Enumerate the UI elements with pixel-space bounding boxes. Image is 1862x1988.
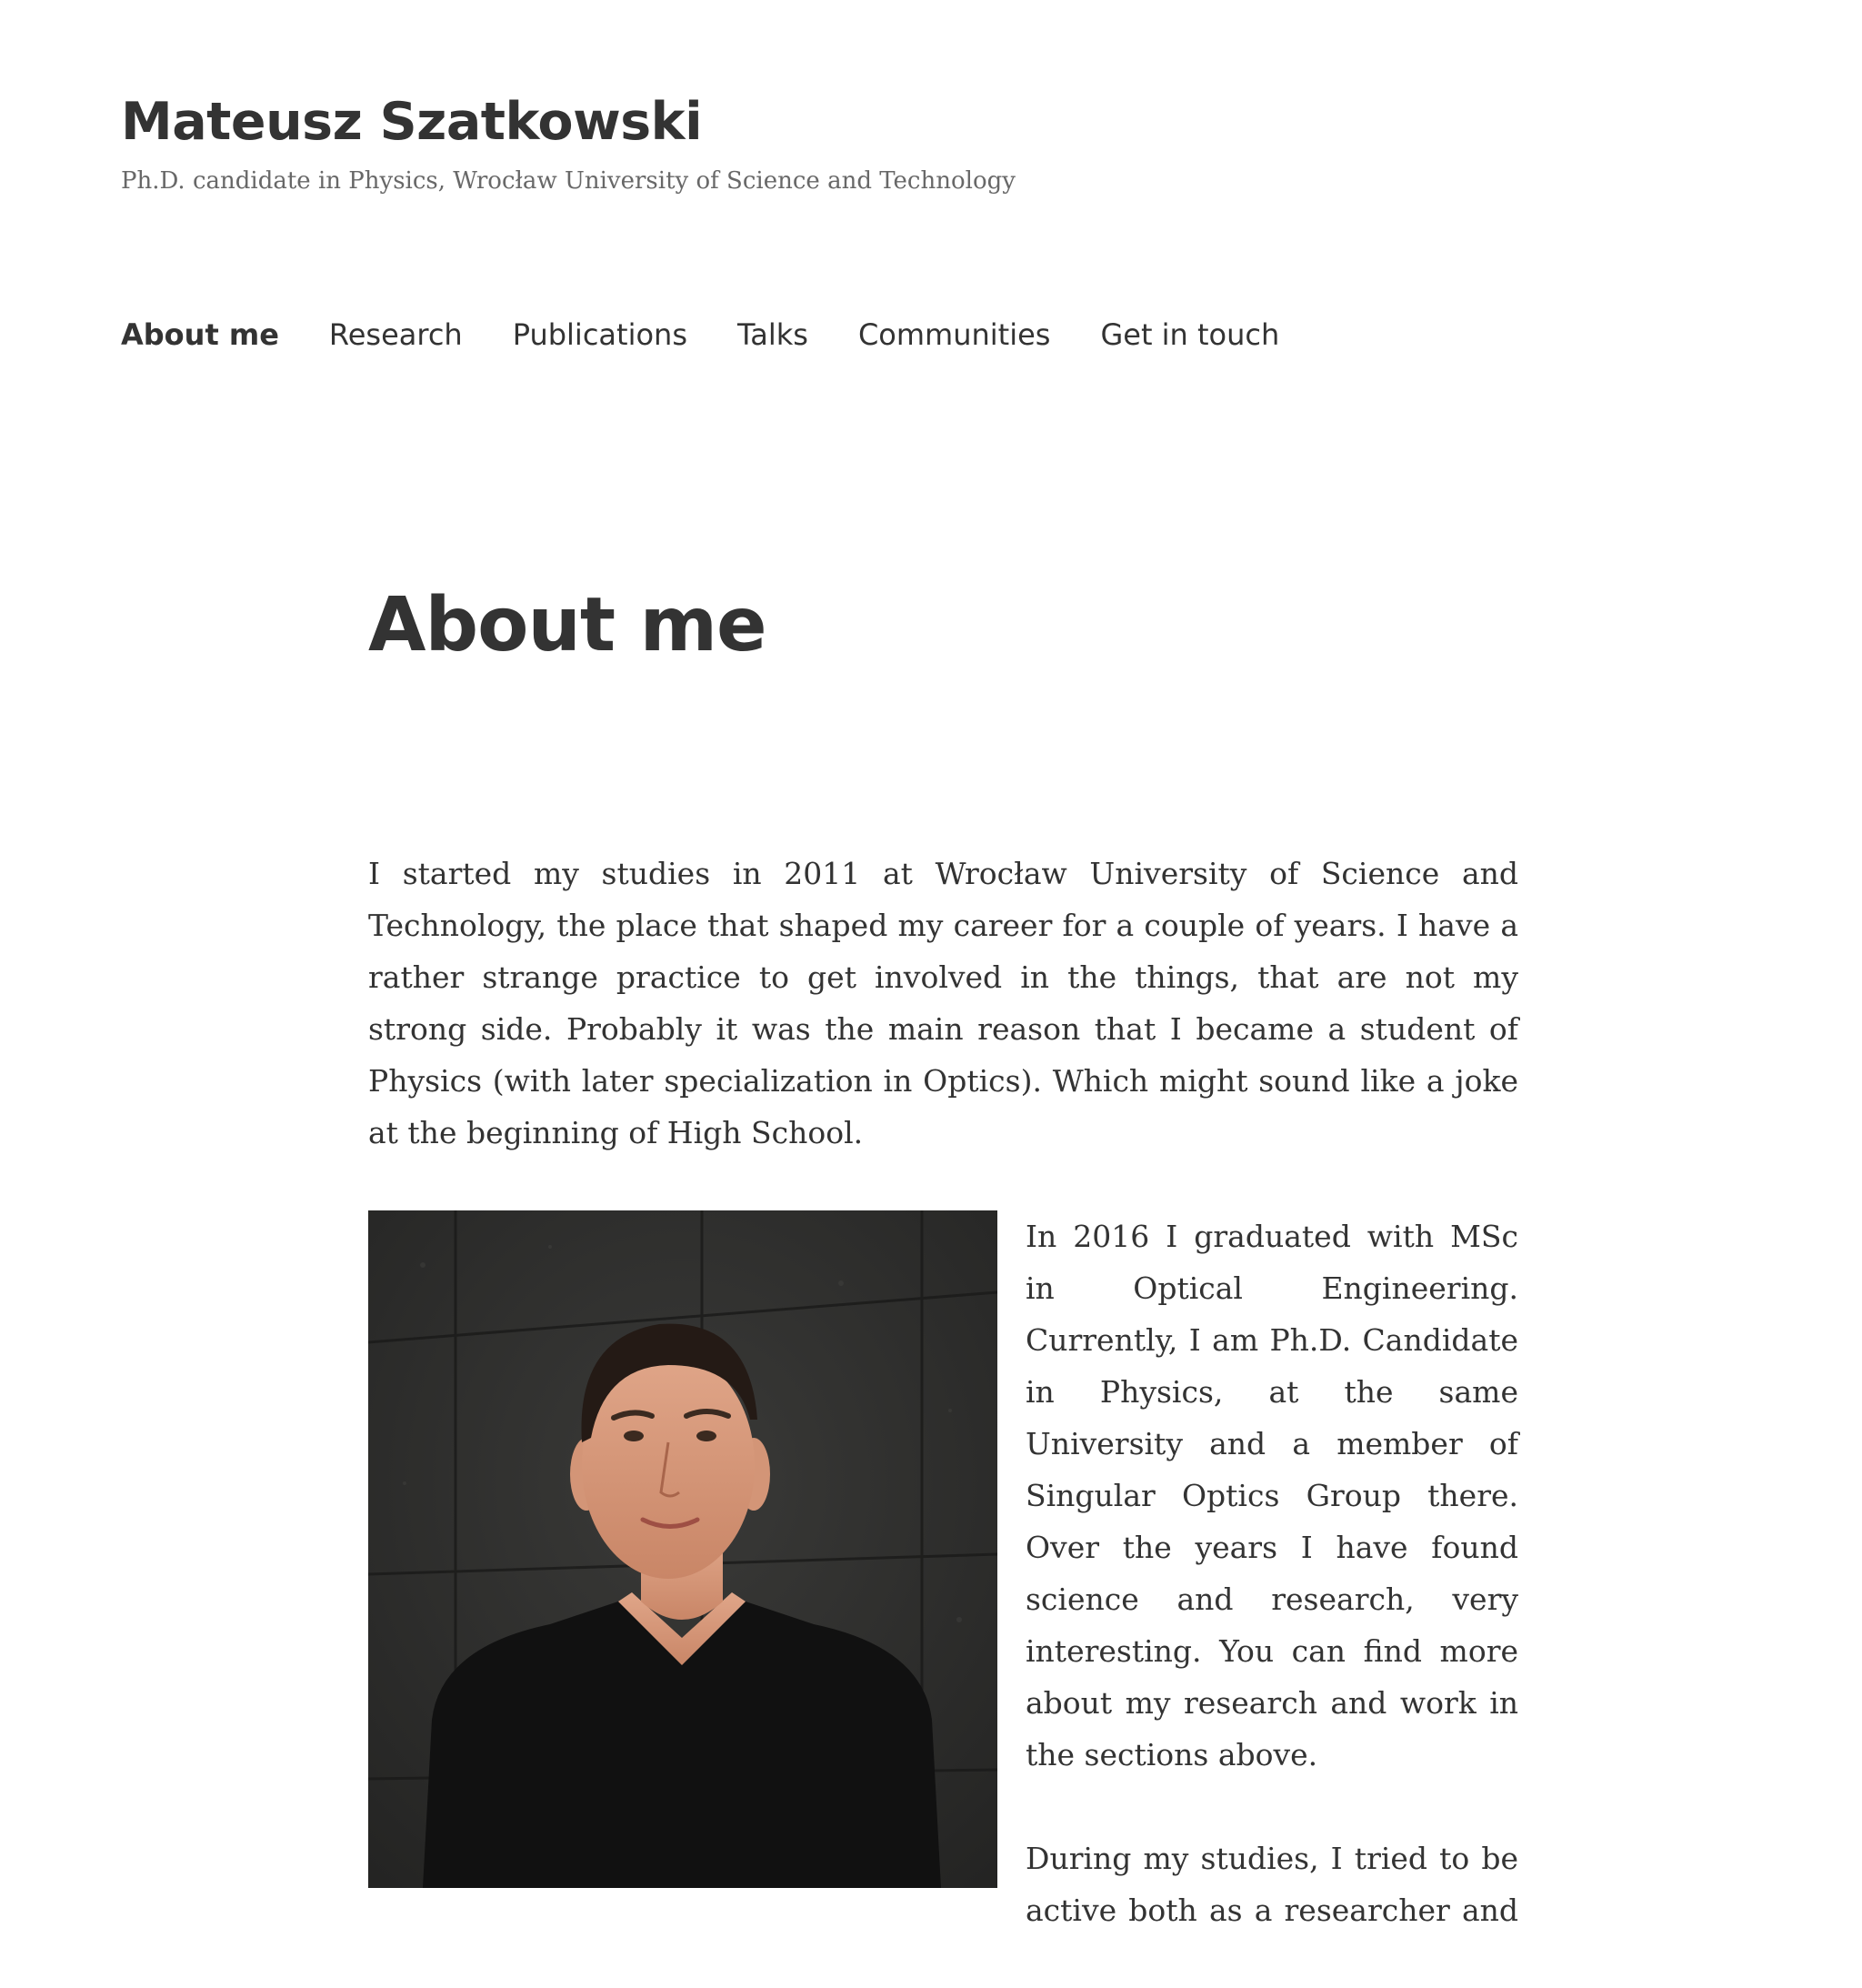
media-block: In 2016 I graduated with MSc in Optical … xyxy=(368,1210,1518,1928)
site-header: Mateusz Szatkowski Ph.D. candidate in Ph… xyxy=(121,87,1016,198)
nav-item-about-me[interactable]: About me xyxy=(121,315,279,355)
main-navigation: About me Research Publications Talks Com… xyxy=(121,315,1329,355)
portrait-photo xyxy=(368,1210,997,1888)
nav-item-get-in-touch[interactable]: Get in touch xyxy=(1100,315,1279,355)
intro-paragraph: I started my studies in 2011 at Wrocław … xyxy=(368,856,1518,1150)
nav-item-research[interactable]: Research xyxy=(329,315,463,355)
page-content: I started my studies in 2011 at Wrocław … xyxy=(368,848,1518,1928)
nav-item-communities[interactable]: Communities xyxy=(858,315,1051,355)
page-title: About me xyxy=(368,582,767,668)
studies-paragraph: During my studies, I tried to be active … xyxy=(1026,1841,1518,1928)
portrait-illustration xyxy=(368,1210,997,1888)
site-description: Ph.D. candidate in Physics, Wrocław Univ… xyxy=(121,167,1016,195)
page-article: About me I started my studies in 2011 at… xyxy=(368,582,1518,1928)
nav-item-publications[interactable]: Publications xyxy=(513,315,687,355)
graduation-paragraph: In 2016 I graduated with MSc in Optical … xyxy=(1026,1219,1518,1772)
side-text-column: In 2016 I graduated with MSc in Optical … xyxy=(1026,1210,1518,1988)
site-title-link[interactable]: Mateusz Szatkowski xyxy=(121,87,1016,156)
nav-item-talks[interactable]: Talks xyxy=(737,315,808,355)
